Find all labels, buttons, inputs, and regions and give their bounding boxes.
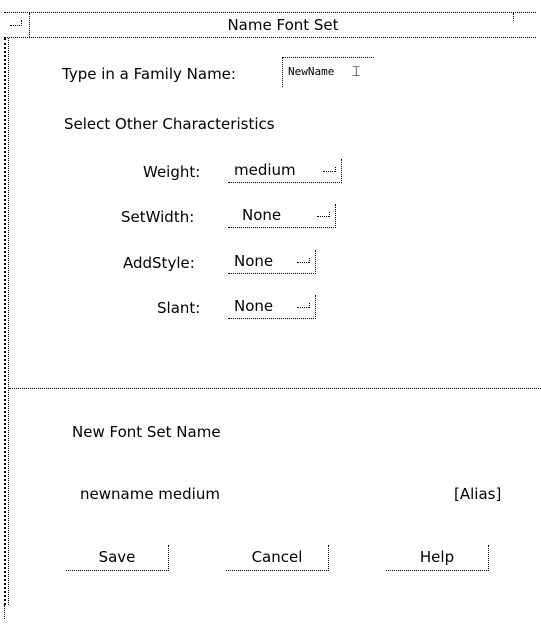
section-divider bbox=[9, 388, 541, 389]
addstyle-label: AddStyle: bbox=[123, 254, 195, 272]
slant-option-menu[interactable]: None bbox=[228, 295, 316, 319]
family-name-value: NewName bbox=[288, 65, 335, 78]
addstyle-value: None bbox=[234, 252, 274, 270]
window-menu-button[interactable] bbox=[4, 13, 30, 37]
characteristics-heading: Select Other Characteristics bbox=[64, 115, 275, 133]
save-button[interactable]: Save bbox=[66, 545, 169, 571]
family-name-label: Type in a Family Name: bbox=[62, 65, 236, 83]
window-menu-icon bbox=[10, 20, 22, 26]
window-left-border-tail bbox=[4, 605, 7, 619]
setwidth-label: SetWidth: bbox=[121, 208, 195, 226]
option-menu-indicator-icon bbox=[317, 212, 330, 217]
family-name-input[interactable]: NewName ⌶ bbox=[282, 57, 374, 87]
window-left-border bbox=[4, 38, 9, 605]
option-menu-indicator-icon bbox=[297, 303, 310, 308]
cancel-button[interactable]: Cancel bbox=[226, 545, 329, 571]
new-font-set-name-heading: New Font Set Name bbox=[72, 423, 221, 441]
new-font-set-name-value: newname medium bbox=[80, 485, 220, 503]
setwidth-option-menu[interactable]: None bbox=[228, 204, 336, 228]
weight-value: medium bbox=[234, 161, 296, 179]
weight-label: Weight: bbox=[143, 163, 201, 181]
option-menu-indicator-icon bbox=[297, 258, 310, 263]
title-bar[interactable]: Name Font Set bbox=[4, 12, 536, 38]
slant-label: Slant: bbox=[157, 299, 201, 317]
i-beam-cursor-icon: ⌶ bbox=[352, 64, 361, 80]
addstyle-option-menu[interactable]: None bbox=[228, 250, 316, 274]
window-corner-mark bbox=[513, 13, 514, 21]
setwidth-value: None bbox=[242, 206, 282, 224]
weight-option-menu[interactable]: medium bbox=[228, 159, 342, 183]
slant-value: None bbox=[234, 297, 274, 315]
option-menu-indicator-icon bbox=[323, 167, 336, 172]
help-button[interactable]: Help bbox=[386, 545, 489, 571]
alias-indicator: [Alias] bbox=[454, 485, 502, 503]
window-title: Name Font Set bbox=[227, 16, 339, 34]
